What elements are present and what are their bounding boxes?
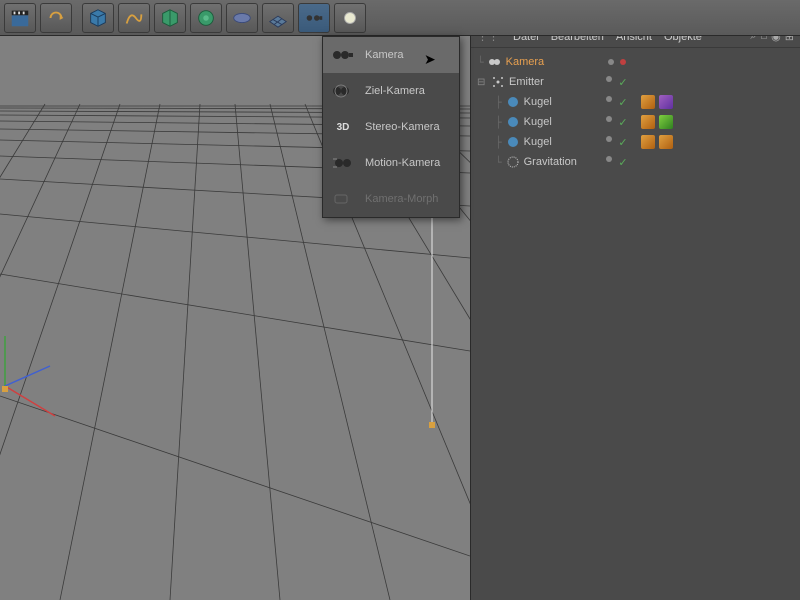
main-toolbar bbox=[0, 0, 800, 36]
tree-label-text: Kugel bbox=[524, 116, 552, 128]
morph-camera-icon bbox=[331, 189, 355, 209]
camera-icon bbox=[331, 45, 355, 65]
tree-branch-icon: ├ bbox=[495, 96, 502, 109]
enable-check-icon[interactable]: ✓ bbox=[618, 156, 627, 169]
menu-item-kamera[interactable]: Kamera bbox=[323, 37, 459, 73]
tool-extrude[interactable] bbox=[154, 3, 186, 33]
gravitation-icon bbox=[506, 155, 520, 169]
tag-material-icon[interactable] bbox=[659, 115, 673, 129]
tag-dynamics-icon[interactable] bbox=[641, 135, 655, 149]
tool-redo[interactable] bbox=[40, 3, 72, 33]
menu-item-stereo-kamera[interactable]: 3D Stereo-Kamera bbox=[323, 109, 459, 145]
tree-label-text: Kugel bbox=[524, 96, 552, 108]
tree-branch-icon: ├ bbox=[495, 116, 502, 129]
enable-check-icon[interactable]: ✓ bbox=[618, 76, 627, 89]
tree-collapse-icon[interactable]: ⊟ bbox=[477, 77, 487, 88]
emitter-icon bbox=[491, 75, 505, 89]
tool-clapperboard[interactable] bbox=[4, 3, 36, 33]
enable-check-icon[interactable]: ✓ bbox=[618, 136, 627, 149]
tag-material-icon[interactable] bbox=[659, 95, 673, 109]
tree-branch-icon: └ bbox=[495, 156, 502, 169]
menu-label: Stereo-Kamera bbox=[365, 121, 440, 133]
object-tree: └ Kamera ⊟ Emitter ✓ ├ Kugel ✓ bbox=[471, 48, 800, 176]
enable-check-icon[interactable]: ✓ bbox=[618, 116, 627, 129]
tree-row-emitter[interactable]: ⊟ Emitter ✓ bbox=[473, 72, 798, 92]
tree-branch-icon: ├ bbox=[495, 136, 502, 149]
menu-label: Kamera bbox=[365, 49, 404, 61]
visibility-dot-icon[interactable] bbox=[606, 116, 612, 122]
tag-material-icon[interactable] bbox=[659, 135, 673, 149]
visibility-dot-icon[interactable] bbox=[606, 76, 612, 82]
tree-row-kugel[interactable]: ├ Kugel ✓ bbox=[473, 92, 798, 112]
tool-light[interactable] bbox=[334, 3, 366, 33]
tree-row-gravitation[interactable]: └ Gravitation ✓ bbox=[473, 152, 798, 172]
target-camera-icon bbox=[331, 81, 355, 101]
menu-item-ziel-kamera[interactable]: Ziel-Kamera bbox=[323, 73, 459, 109]
tool-floor[interactable] bbox=[262, 3, 294, 33]
tag-dynamics-icon[interactable] bbox=[641, 95, 655, 109]
enable-check-icon[interactable]: ✓ bbox=[618, 96, 627, 109]
visibility-dot-icon[interactable] bbox=[606, 96, 612, 102]
visibility-dot-icon[interactable] bbox=[606, 156, 612, 162]
render-dot-icon[interactable] bbox=[620, 59, 626, 65]
tag-dynamics-icon[interactable] bbox=[641, 115, 655, 129]
sphere-icon bbox=[506, 95, 520, 109]
mouse-cursor-icon: ➤ bbox=[424, 51, 436, 68]
tree-row-kamera[interactable]: └ Kamera bbox=[473, 52, 798, 72]
tree-label-text: Emitter bbox=[509, 76, 544, 88]
motion-camera-icon bbox=[331, 153, 355, 173]
visibility-dot-icon[interactable] bbox=[606, 136, 612, 142]
camera-icon bbox=[488, 55, 502, 69]
menu-label: Motion-Kamera bbox=[365, 157, 440, 169]
stereo-3d-icon: 3D bbox=[331, 117, 355, 137]
tree-label-text: Kamera bbox=[506, 56, 545, 68]
menu-item-kamera-morph: Kamera-Morph bbox=[323, 181, 459, 217]
tool-spline[interactable] bbox=[118, 3, 150, 33]
object-manager-panel: Objekte Content Browser Struktur ⋮⋮ Date… bbox=[470, 0, 800, 600]
tree-row-kugel[interactable]: ├ Kugel ✓ bbox=[473, 112, 798, 132]
sphere-icon bbox=[506, 115, 520, 129]
camera-dropdown-menu: Kamera Ziel-Kamera 3D Stereo-Kamera Moti… bbox=[322, 36, 460, 218]
sphere-icon bbox=[506, 135, 520, 149]
visibility-dot-icon[interactable] bbox=[608, 59, 614, 65]
menu-item-motion-kamera[interactable]: Motion-Kamera bbox=[323, 145, 459, 181]
tree-label-text: Kugel bbox=[524, 136, 552, 148]
tree-branch-icon: └ bbox=[477, 56, 484, 69]
menu-label: Kamera-Morph bbox=[365, 193, 438, 205]
tool-camera[interactable] bbox=[298, 3, 330, 33]
menu-label: Ziel-Kamera bbox=[365, 85, 425, 97]
tool-plane[interactable] bbox=[226, 3, 258, 33]
tool-subdiv[interactable] bbox=[190, 3, 222, 33]
tool-cube[interactable] bbox=[82, 3, 114, 33]
tree-row-kugel[interactable]: ├ Kugel ✓ bbox=[473, 132, 798, 152]
tree-label-text: Gravitation bbox=[524, 156, 577, 168]
